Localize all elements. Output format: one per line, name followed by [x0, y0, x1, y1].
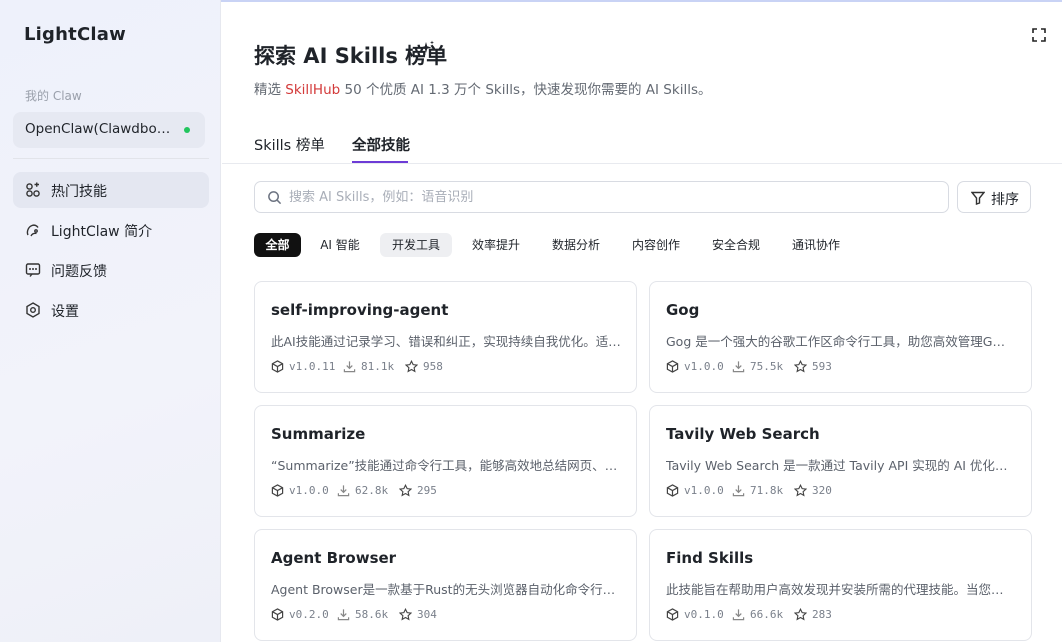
skill-description: 此技能旨在帮助用户高效发现并安装所需的代理技能。当您需要扩展能力时使用 — [666, 582, 1016, 597]
category-chip[interactable]: 效率提升 — [460, 233, 532, 257]
claw-name: OpenClaw(Clawdbot)... — [25, 121, 175, 137]
category-chip[interactable]: 全部 — [254, 233, 301, 257]
my-claw-label: 我的 Claw — [25, 89, 82, 103]
star-icon — [399, 608, 412, 621]
package-icon — [666, 484, 679, 497]
star-icon — [794, 484, 807, 497]
page-subtitle: 精选 SkillHub 50 个优质 AI 1.3 万个 Skills，快速发现… — [254, 78, 711, 98]
sparkle-icon — [420, 40, 434, 53]
download-icon — [732, 361, 745, 373]
skill-description: Gog 是一个强大的谷歌工作区命令行工具，助您高效管理Gmail、日历等服务 — [666, 334, 1016, 349]
sort-label: 排序 — [991, 192, 1019, 208]
category-chip[interactable]: 数据分析 — [540, 233, 612, 257]
search-icon — [268, 191, 282, 205]
tabs-divider — [222, 163, 1062, 164]
feedback-icon — [25, 263, 41, 277]
sidebar-item-settings[interactable]: 设置 — [13, 292, 209, 328]
category-chip[interactable]: 内容创作 — [620, 233, 692, 257]
star-icon — [794, 360, 807, 373]
subtitle-prefix: 精选 — [254, 82, 286, 98]
skillhub-link[interactable]: SkillHub — [285, 82, 340, 98]
star-icon — [405, 360, 418, 373]
tab-all-skills[interactable]: 全部技能 — [352, 134, 410, 155]
filter-icon — [971, 191, 985, 205]
skill-description: Agent Browser是一款基于Rust的无头浏览器自动化命令行工具，支持多… — [271, 582, 621, 597]
package-icon — [271, 360, 284, 373]
skill-name: Tavily Web Search — [666, 425, 820, 443]
subtitle-suffix: 50 个优质 AI 1.3 万个 Skills，快速发现你需要的 AI Skil… — [340, 82, 712, 98]
sidebar-item-feedback[interactable]: 问题反馈 — [13, 252, 209, 288]
skill-card[interactable]: Tavily Web Search Tavily Web Search 是一款通… — [649, 405, 1032, 517]
download-icon — [337, 485, 350, 497]
skill-name: self-improving-agent — [271, 301, 449, 319]
claw-selector[interactable]: OpenClaw(Clawdbot)... — [13, 112, 205, 148]
skill-card[interactable]: Gog Gog 是一个强大的谷歌工作区命令行工具，助您高效管理Gmail、日历等… — [649, 281, 1032, 393]
skill-name: Agent Browser — [271, 549, 397, 567]
category-chip[interactable]: 安全合规 — [700, 233, 772, 257]
category-chip[interactable]: AI 智能 — [312, 233, 368, 257]
sidebar-item-popular-skills[interactable]: 热门技能 — [13, 172, 209, 208]
search-box[interactable] — [254, 181, 949, 213]
sidebar-item-label: LightClaw 简介 — [51, 224, 153, 240]
sidebar-item-label: 问题反馈 — [51, 264, 107, 280]
main-content: 探索 AI Skills 榜单 精选 SkillHub 50 个优质 AI 1.… — [222, 0, 1062, 642]
skill-description: 此AI技能通过记录学习、错误和纠正，实现持续自我优化。适用于需要不断改进的场景 — [271, 334, 621, 349]
sidebar: LightClaw 我的 Claw OpenClaw(Clawdbot)... … — [0, 0, 221, 642]
download-icon — [343, 361, 356, 373]
sidebar-item-about[interactable]: LightClaw 简介 — [13, 212, 209, 248]
skill-name: Find Skills — [666, 549, 754, 567]
sidebar-item-label: 热门技能 — [51, 184, 107, 200]
skill-description: Tavily Web Search 是一款通过 Tavily API 实现的 A… — [666, 458, 1016, 473]
download-icon — [337, 609, 350, 621]
tab-skills-ranking[interactable]: Skills 榜单 — [254, 134, 325, 155]
package-icon — [666, 608, 679, 621]
skill-card[interactable]: Summarize “Summarize”技能通过命令行工具，能够高效地总结网页… — [254, 405, 637, 517]
package-icon — [666, 360, 679, 373]
sidebar-divider — [13, 158, 209, 159]
sidebar-item-label: 设置 — [51, 304, 79, 320]
online-status-dot — [184, 127, 190, 133]
category-chip[interactable]: 通讯协作 — [780, 233, 852, 257]
app-logo[interactable]: LightClaw — [24, 24, 126, 45]
skill-description: “Summarize”技能通过命令行工具，能够高效地总结网页、PDF和视频等内容 — [271, 458, 621, 473]
skill-card[interactable]: self-improving-agent 此AI技能通过记录学习、错误和纠正，实… — [254, 281, 637, 393]
settings-icon — [26, 302, 40, 318]
claw-icon — [26, 224, 39, 237]
download-icon — [732, 609, 745, 621]
star-icon — [794, 608, 807, 621]
search-input[interactable] — [289, 187, 929, 207]
sort-button[interactable]: 排序 — [957, 181, 1031, 213]
download-icon — [732, 485, 745, 497]
star-icon — [399, 484, 412, 497]
skill-name: Gog — [666, 301, 700, 319]
expand-icon[interactable] — [1032, 28, 1046, 42]
package-icon — [271, 484, 284, 497]
package-icon — [271, 608, 284, 621]
skill-name: Summarize — [271, 425, 366, 443]
grid-icon — [26, 182, 40, 197]
skill-card[interactable]: Find Skills 此技能旨在帮助用户高效发现并安装所需的代理技能。当您需要… — [649, 529, 1032, 641]
category-chip[interactable]: 开发工具 — [380, 233, 452, 257]
skill-card[interactable]: Agent Browser Agent Browser是一款基于Rust的无头浏… — [254, 529, 637, 641]
